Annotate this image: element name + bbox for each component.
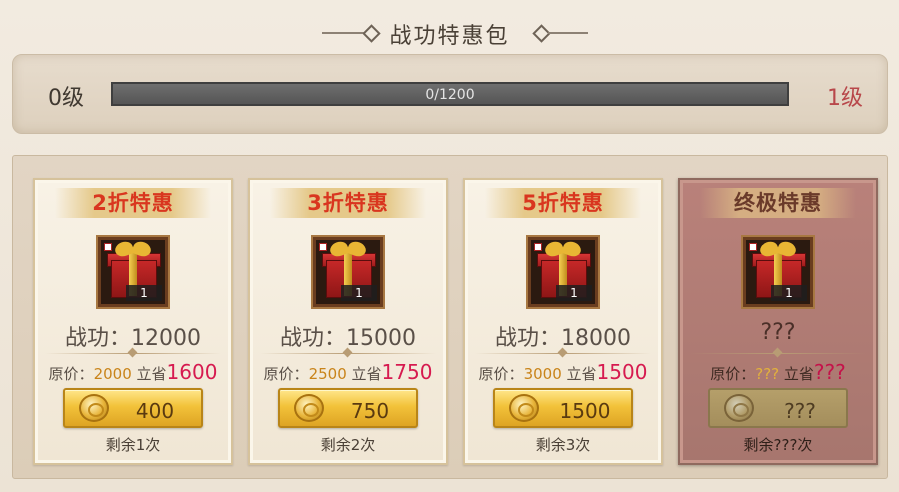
save-label: 立省 [136, 365, 167, 383]
gift-box-icon[interactable]: 1 [98, 237, 168, 307]
gift-box-icon[interactable]: 1 [743, 237, 813, 307]
price-info: 原价：2000 立省1600 [35, 360, 231, 384]
level-progress-bar: 0/1200 [111, 82, 789, 106]
item-count: 1 [556, 285, 592, 301]
buy-button[interactable]: 750 [278, 388, 418, 428]
gift-tag-icon [534, 243, 542, 251]
offer-header: 终极特惠 [700, 188, 856, 218]
offer-title: 5折特惠 [522, 191, 604, 215]
original-price-label: 原价： [48, 365, 94, 383]
current-level-label: 0级 [48, 86, 84, 111]
save-amount: ??? [813, 360, 846, 384]
original-price-label: 原价： [710, 365, 756, 383]
price-info: 原价：??? 立省??? [680, 360, 876, 384]
title-right-line [548, 32, 588, 34]
gold-coin-icon [509, 394, 539, 422]
offer-title: 终极特惠 [734, 191, 822, 215]
item-count: 1 [771, 285, 807, 301]
original-price-label: 原价： [478, 365, 524, 383]
save-amount: 1600 [166, 360, 218, 384]
page-title: 战功特惠包 [389, 24, 510, 49]
buy-price: 1500 [559, 399, 611, 423]
offer-header: 2折特惠 [55, 188, 211, 218]
merit-requirement: ??? [760, 320, 796, 345]
next-level-label: 1级 [827, 86, 863, 111]
offer-card-4-locked: 终极特惠 1 ??? 原价：??? 立省??? ??? 剩余???次 [678, 178, 878, 465]
remaining-count: 剩余1次 [105, 436, 161, 454]
original-price-label: 原价： [263, 365, 309, 383]
offer-header: 5折特惠 [485, 188, 641, 218]
item-count: 1 [126, 285, 162, 301]
save-label: 立省 [783, 365, 814, 383]
title-bar: 战功特惠包 [0, 0, 899, 56]
save-amount: 1750 [381, 360, 433, 384]
offer-card-2: 3折特惠 1 战功：15000 原价：2500 立省1750 750 剩余2次 [248, 178, 448, 465]
offers-panel: 2折特惠 1 战功：12000 原价：2000 立省1600 400 剩余1次 … [12, 155, 888, 479]
gift-tag-icon [319, 243, 327, 251]
buy-button[interactable]: 400 [63, 388, 203, 428]
remaining-count: 剩余2次 [320, 436, 376, 454]
divider-ornament [772, 347, 783, 358]
buy-price: ??? [784, 399, 816, 423]
gold-coin-icon [294, 394, 324, 422]
gold-coin-icon [79, 394, 109, 422]
gift-tag-icon [749, 243, 757, 251]
save-label: 立省 [566, 365, 597, 383]
buy-button[interactable]: 1500 [493, 388, 633, 428]
gold-coin-icon [724, 394, 754, 422]
gift-box-icon[interactable]: 1 [528, 237, 598, 307]
original-price: ??? [755, 365, 780, 383]
save-amount: 1500 [596, 360, 648, 384]
offer-title: 3折特惠 [307, 191, 389, 215]
price-info: 原价：3000 立省1500 [465, 360, 661, 384]
offer-card-1: 2折特惠 1 战功：12000 原价：2000 立省1600 400 剩余1次 [33, 178, 233, 465]
price-info: 原价：2500 立省1750 [250, 360, 446, 384]
original-price: 2500 [308, 365, 347, 383]
buy-price: 400 [135, 399, 175, 423]
save-label: 立省 [351, 365, 382, 383]
remaining-count: 剩余???次 [743, 436, 813, 454]
buy-price: 750 [350, 399, 390, 423]
offer-header: 3折特惠 [270, 188, 426, 218]
original-price: 3000 [523, 365, 562, 383]
gift-box-icon[interactable]: 1 [313, 237, 383, 307]
buy-button-disabled: ??? [708, 388, 848, 428]
remaining-count: 剩余3次 [535, 436, 591, 454]
gift-tag-icon [104, 243, 112, 251]
offer-card-3: 5折特惠 1 战功：18000 原价：3000 立省1500 1500 剩余3次 [463, 178, 663, 465]
level-progress-panel: 0级 0/1200 1级 [12, 54, 888, 134]
item-count: 1 [341, 285, 377, 301]
offer-title: 2折特惠 [92, 191, 174, 215]
original-price: 2000 [93, 365, 132, 383]
level-progress-text: 0/1200 [425, 87, 475, 103]
